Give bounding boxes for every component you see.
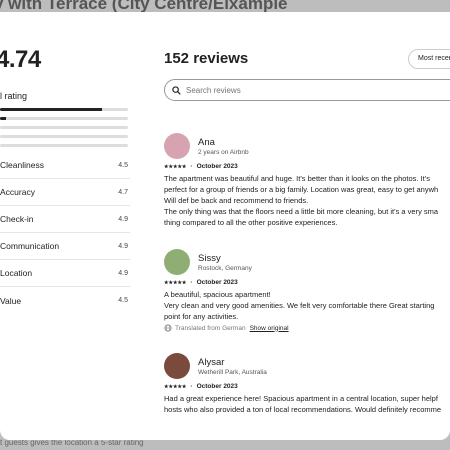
search-input[interactable] [186, 85, 386, 95]
review-line: Very clean and very good amenities. We f… [164, 301, 435, 310]
category-location: Location 4.9 [0, 260, 130, 287]
category-value-row: Value 4.5 [0, 287, 130, 314]
review-text: Had a great experience here! Spacious ap… [164, 393, 450, 415]
review-card: Alysar Wetherill Park, Australia ★★★★★ ·… [164, 352, 450, 415]
separator-dot: · [190, 163, 193, 170]
category-value: 4.5 [118, 297, 128, 304]
review-line: A beautiful, spacious apartment! [164, 290, 271, 299]
review-date: October 2023 [196, 279, 238, 286]
category-value: 4.9 [118, 215, 128, 223]
translation-note: Translated from German Show original [164, 324, 450, 332]
review-card: Ana 2 years on Airbnb ★★★★★ · October 20… [164, 132, 450, 228]
reviewer-subtitle: 2 years on Airbnb [198, 148, 249, 156]
category-label: Cleanliness [0, 160, 44, 170]
category-label: Check-in [0, 214, 34, 224]
category-value: 4.9 [118, 269, 128, 277]
rating-distribution-bar-1 [0, 144, 128, 147]
rating-fill [0, 108, 103, 111]
star-rating-icon: ★★★★★ [164, 279, 187, 286]
avatar[interactable] [164, 353, 190, 379]
review-card: Sissy Rostock, Germany ★★★★★ · October 2… [164, 248, 450, 332]
overall-rating-label: ll rating [0, 91, 28, 101]
overall-score: 4.74 [0, 46, 41, 73]
translated-from-label: Translated from German [175, 324, 246, 332]
review-line: point for any activities. [164, 312, 239, 321]
review-date: October 2023 [196, 163, 238, 170]
rating-distribution-bar-4 [0, 117, 128, 120]
reviewer-subtitle: Rostock, Germany [198, 264, 252, 272]
star-rating-icon: ★★★★★ [164, 383, 187, 390]
category-label: Value [0, 295, 22, 306]
category-value: 4.5 [118, 161, 128, 169]
search-icon [172, 85, 181, 95]
rating-distribution-bar-2 [0, 135, 128, 138]
reviewer-name[interactable]: Ana [198, 137, 249, 148]
search-reviews-field[interactable] [164, 79, 450, 101]
review-text: The apartment was beautiful and huge. It… [164, 173, 450, 228]
category-label: Location [0, 268, 33, 278]
ratings-summary: 4.74 ll rating Cleanliness 4.5 Accuracy … [0, 12, 140, 440]
category-label: Accuracy [0, 187, 35, 197]
reviewer-name[interactable]: Alysar [198, 357, 267, 368]
separator-dot: · [190, 279, 193, 286]
category-value: 4.7 [118, 188, 128, 196]
review-line: hosts who also provided a ton of local r… [164, 405, 442, 414]
review-line: thing compared to all the other positive… [164, 218, 338, 227]
review-line: perfect for a group of friends or a big … [164, 185, 439, 194]
category-value: 4.9 [118, 242, 128, 250]
review-line: The apartment was beautiful and huge. It… [164, 174, 430, 183]
sort-dropdown-button[interactable]: Most recent [408, 49, 450, 69]
category-communication: Communication 4.9 [0, 233, 130, 260]
star-rating-icon: ★★★★★ [164, 163, 187, 170]
reviewer-name[interactable]: Sissy [198, 253, 252, 264]
review-text: A beautiful, spacious apartment! Very cl… [164, 289, 450, 322]
translate-icon [164, 324, 172, 332]
review-date: October 2023 [196, 383, 238, 390]
category-label: Communication [0, 241, 60, 251]
separator-dot: · [190, 383, 193, 390]
rating-distribution-bar-5 [0, 108, 128, 111]
category-check-in: Check-in 4.9 [0, 206, 130, 233]
review-line: Had a great experience here! Spacious ap… [164, 394, 438, 403]
category-accuracy: Accuracy 4.7 [0, 179, 130, 206]
avatar[interactable] [164, 249, 190, 275]
rating-fill [0, 117, 7, 120]
reviews-count: 152 reviews [164, 50, 249, 67]
review-line: The only thing was that the floors need … [164, 207, 439, 216]
avatar[interactable] [164, 133, 190, 159]
reviewer-subtitle: Wetherill Park, Australia [198, 368, 267, 376]
show-original-link[interactable]: Show original [250, 325, 289, 332]
reviews-modal: 4.74 ll rating Cleanliness 4.5 Accuracy … [0, 12, 450, 440]
review-line: Will def be back and recommend to friend… [164, 196, 309, 205]
category-cleanliness: Cleanliness 4.5 [0, 152, 130, 179]
rating-distribution-bar-3 [0, 126, 128, 129]
